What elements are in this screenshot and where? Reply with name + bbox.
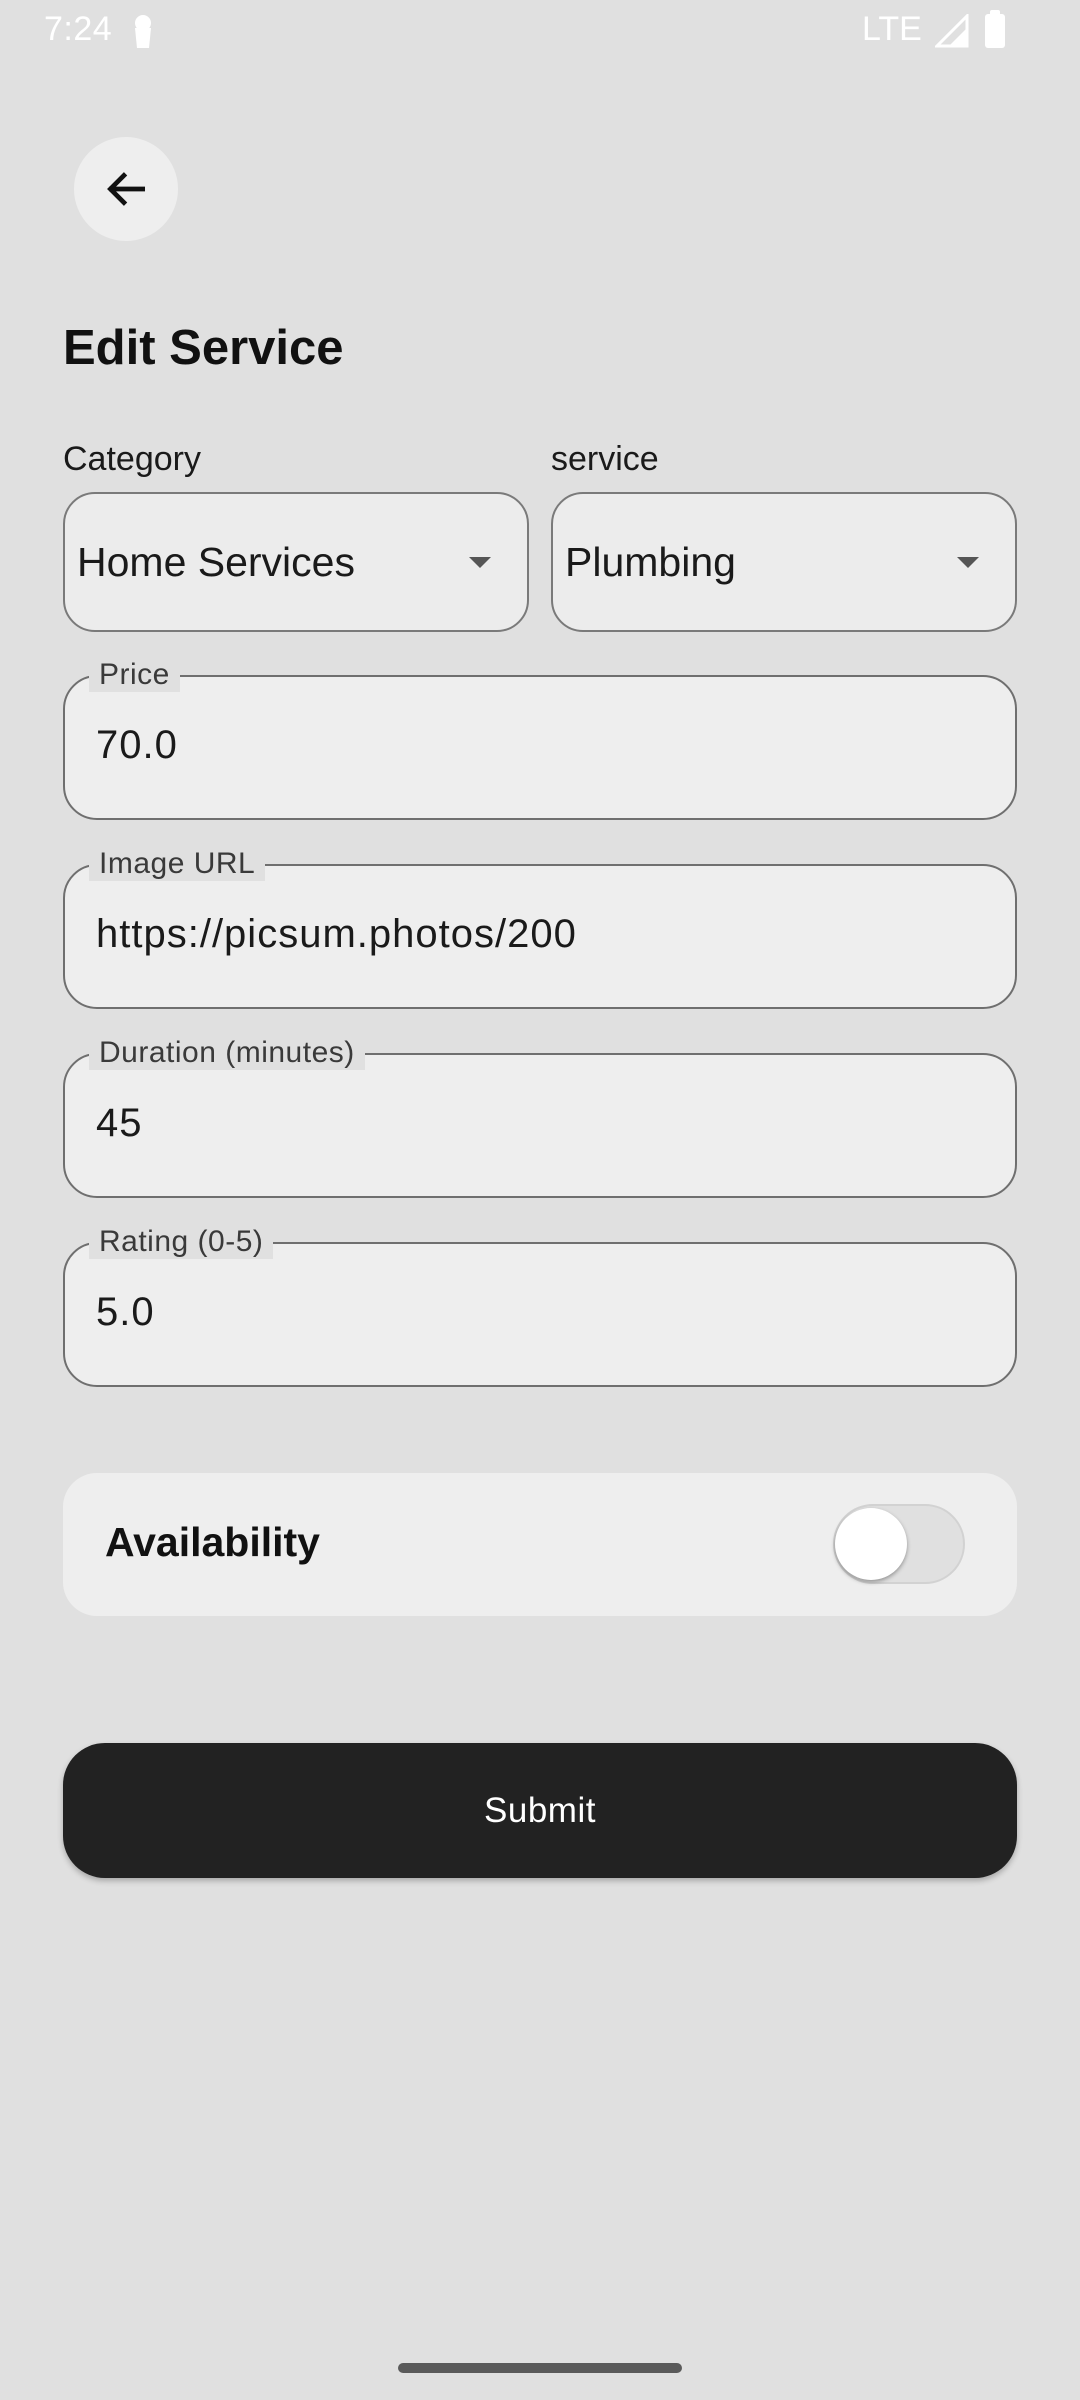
- lock-icon: [135, 15, 151, 48]
- availability-label: Availability: [105, 1519, 320, 1565]
- category-label: Category: [63, 440, 201, 478]
- duration-value: 45: [96, 1101, 143, 1145]
- dropdown-arrow-icon: [469, 556, 491, 568]
- toggle-thumb: [835, 1508, 907, 1580]
- rating-value: 5.0: [96, 1290, 155, 1334]
- duration-label: Duration (minutes): [89, 1036, 365, 1070]
- battery-icon: [985, 10, 1005, 48]
- availability-toggle[interactable]: [833, 1504, 965, 1584]
- back-button[interactable]: [74, 137, 178, 241]
- price-label: Price: [89, 658, 180, 692]
- duration-field[interactable]: Duration (minutes) 45: [63, 1036, 1017, 1198]
- home-indicator[interactable]: [398, 2363, 682, 2373]
- signal-icon: [935, 14, 969, 48]
- price-field[interactable]: Price 70.0: [63, 658, 1017, 820]
- rating-label: Rating (0-5): [89, 1225, 274, 1259]
- service-value: Plumbing: [565, 538, 736, 585]
- image-url-value: https://picsum.photos/200: [96, 912, 577, 956]
- category-value: Home Services: [77, 538, 355, 585]
- page-title: Edit Service: [63, 321, 344, 375]
- dropdown-arrow-icon: [957, 556, 979, 568]
- image-url-label: Image URL: [89, 847, 266, 881]
- network-type: LTE: [862, 10, 922, 48]
- price-value: 70.0: [96, 723, 178, 767]
- status-time: 7:24: [44, 10, 113, 48]
- image-url-field[interactable]: Image URL https://picsum.photos/200: [63, 847, 1017, 1009]
- service-label: service: [551, 440, 659, 478]
- service-dropdown[interactable]: Plumbing: [551, 492, 1017, 632]
- arrow-left-icon: [107, 172, 146, 206]
- category-dropdown[interactable]: Home Services: [63, 492, 529, 632]
- availability-card: Availability: [63, 1473, 1017, 1616]
- rating-field[interactable]: Rating (0-5) 5.0: [63, 1225, 1017, 1387]
- submit-button[interactable]: Submit: [63, 1743, 1017, 1878]
